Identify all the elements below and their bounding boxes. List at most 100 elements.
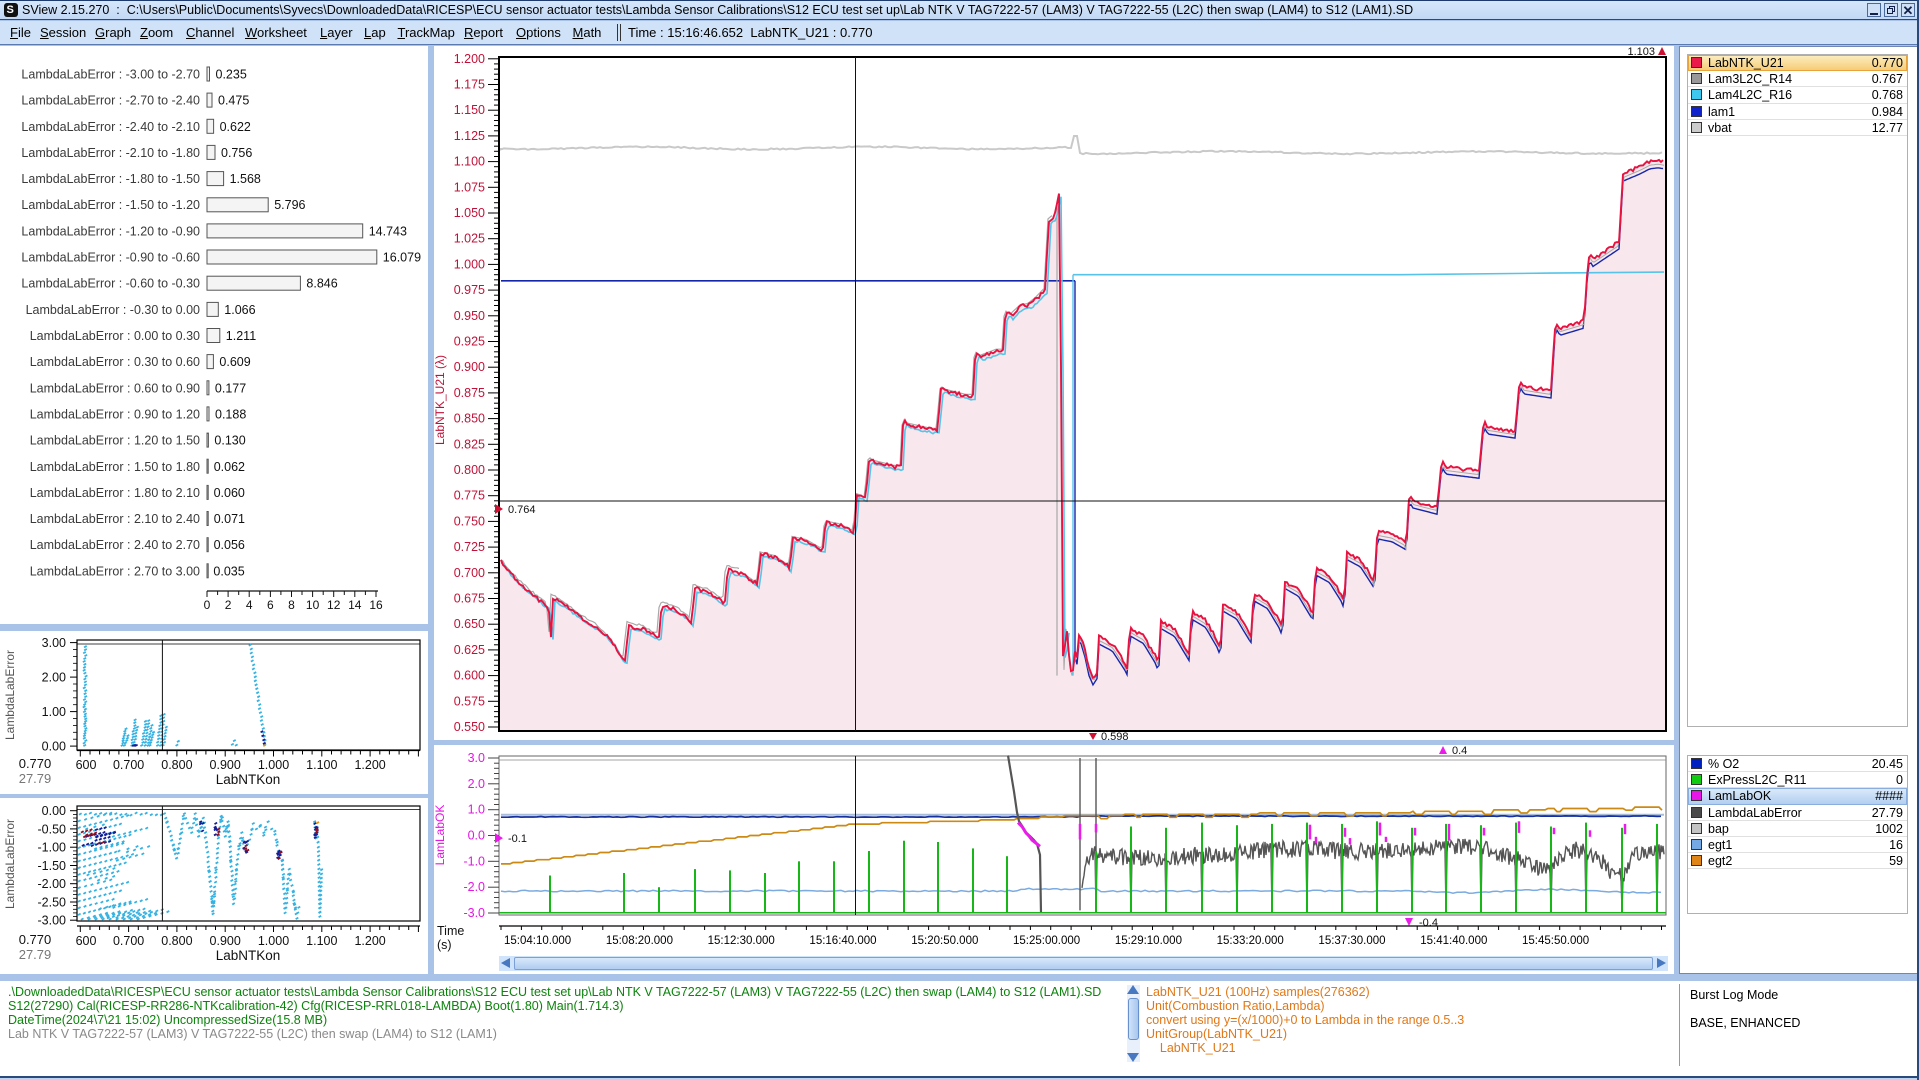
- svg-text:0.188: 0.188: [215, 407, 246, 421]
- svg-text:15:29:10.000: 15:29:10.000: [1115, 935, 1182, 947]
- svg-text:1.050: 1.050: [454, 206, 485, 220]
- svg-text:27.79: 27.79: [19, 947, 52, 962]
- svg-text:1.125: 1.125: [454, 129, 485, 143]
- svg-text:LabNTK_U21 (λ): LabNTK_U21 (λ): [434, 355, 447, 445]
- svg-text:0.900: 0.900: [454, 360, 485, 374]
- svg-text:1.0: 1.0: [468, 803, 485, 817]
- svg-text:0.825: 0.825: [454, 437, 485, 451]
- svg-text:0.550: 0.550: [454, 720, 485, 734]
- svg-text:0.900: 0.900: [210, 758, 241, 772]
- svg-text:0.750: 0.750: [454, 514, 485, 528]
- svg-text:0.675: 0.675: [454, 592, 485, 606]
- svg-text:-3.00: -3.00: [38, 914, 67, 928]
- svg-text:LamLabOK: LamLabOK: [434, 805, 447, 866]
- svg-text:1.100: 1.100: [306, 758, 337, 772]
- svg-text:0.598: 0.598: [1101, 731, 1129, 740]
- svg-text:0.875: 0.875: [454, 386, 485, 400]
- svg-text:1.075: 1.075: [454, 180, 485, 194]
- svg-text:LambdaLabError : 0.30 to 0.60: LambdaLabError : 0.30 to 0.60: [30, 355, 200, 369]
- svg-text:LambdaLabError : 1.80 to 2.10: LambdaLabError : 1.80 to 2.10: [30, 486, 200, 500]
- svg-text:0.600: 0.600: [454, 669, 485, 683]
- svg-text:0.035: 0.035: [213, 564, 244, 578]
- svg-text:1.000: 1.000: [454, 257, 485, 271]
- svg-text:-1.00: -1.00: [38, 841, 67, 855]
- svg-text:0.800: 0.800: [161, 934, 192, 948]
- svg-text:1.100: 1.100: [306, 934, 337, 948]
- svg-text:15:33:20.000: 15:33:20.000: [1217, 935, 1284, 947]
- svg-text:16.079: 16.079: [383, 251, 421, 265]
- svg-text:LambdaLabError : -0.30 to 0.00: LambdaLabError : -0.30 to 0.00: [26, 303, 200, 317]
- svg-text:0.725: 0.725: [454, 540, 485, 554]
- svg-text:1.00: 1.00: [42, 705, 66, 719]
- svg-text:-0.4: -0.4: [1419, 917, 1438, 929]
- svg-text:0.00: 0.00: [42, 740, 66, 754]
- svg-text:-0.50: -0.50: [38, 823, 67, 837]
- svg-text:LambdaLabError : -2.70 to -2.4: LambdaLabError : -2.70 to -2.40: [21, 94, 200, 108]
- svg-text:27.79: 27.79: [19, 771, 52, 786]
- svg-text:15:20:50.000: 15:20:50.000: [911, 935, 978, 947]
- svg-text:2.00: 2.00: [42, 671, 66, 685]
- svg-text:LambdaLabError : 1.50 to 1.80: LambdaLabError : 1.50 to 1.80: [30, 460, 200, 474]
- svg-text:0.071: 0.071: [214, 512, 245, 526]
- svg-text:LambdaLabError: LambdaLabError: [3, 819, 17, 909]
- svg-text:0.700: 0.700: [113, 758, 144, 772]
- svg-text:0.475: 0.475: [218, 94, 249, 108]
- svg-text:3.0: 3.0: [468, 751, 485, 765]
- svg-text:1.200: 1.200: [354, 934, 385, 948]
- svg-text:0.900: 0.900: [210, 934, 241, 948]
- svg-text:LambdaLabError : 2.70 to 3.00: LambdaLabError : 2.70 to 3.00: [30, 564, 200, 578]
- svg-text:14: 14: [348, 598, 362, 612]
- svg-text:0.700: 0.700: [454, 566, 485, 580]
- svg-text:Time: Time: [437, 924, 464, 938]
- svg-text:0.925: 0.925: [454, 335, 485, 349]
- svg-text:0.850: 0.850: [454, 412, 485, 426]
- svg-text:0.062: 0.062: [214, 460, 245, 474]
- svg-text:-1.50: -1.50: [38, 859, 67, 873]
- svg-text:0.622: 0.622: [220, 120, 251, 134]
- svg-text:1.200: 1.200: [454, 52, 485, 66]
- svg-text:1.150: 1.150: [454, 103, 485, 117]
- svg-text:-0.1: -0.1: [508, 833, 527, 845]
- svg-text:LambdaLabError : 0.90 to 1.20: LambdaLabError : 0.90 to 1.20: [30, 407, 200, 421]
- svg-text:0.770: 0.770: [19, 932, 52, 947]
- svg-text:1.000: 1.000: [258, 934, 289, 948]
- svg-text:LambdaLabError : -1.80 to -1.5: LambdaLabError : -1.80 to -1.50: [21, 172, 200, 186]
- svg-text:0.609: 0.609: [219, 355, 250, 369]
- svg-text:1.025: 1.025: [454, 232, 485, 246]
- svg-text:8: 8: [288, 598, 295, 612]
- svg-text:2.0: 2.0: [468, 777, 485, 791]
- svg-text:0.177: 0.177: [215, 381, 246, 395]
- svg-text:LambdaLabError : -2.40 to -2.1: LambdaLabError : -2.40 to -2.10: [21, 120, 200, 134]
- svg-text:-2.50: -2.50: [38, 896, 67, 910]
- svg-text:LambdaLabError : -0.60 to -0.3: LambdaLabError : -0.60 to -0.30: [21, 277, 200, 291]
- svg-text:-2.00: -2.00: [38, 877, 67, 891]
- svg-text:0.625: 0.625: [454, 643, 485, 657]
- svg-text:10: 10: [306, 598, 320, 612]
- svg-text:0: 0: [204, 598, 211, 612]
- svg-text:0.4: 0.4: [1452, 745, 1467, 757]
- svg-text:LambdaLabError : -1.20 to -0.9: LambdaLabError : -1.20 to -0.90: [21, 224, 200, 238]
- svg-text:15:45:50.000: 15:45:50.000: [1522, 935, 1589, 947]
- svg-text:0.775: 0.775: [454, 489, 485, 503]
- svg-text:0.975: 0.975: [454, 283, 485, 297]
- svg-text:15:08:20.000: 15:08:20.000: [606, 935, 673, 947]
- svg-text:0.700: 0.700: [113, 934, 144, 948]
- svg-text:15:25:00.000: 15:25:00.000: [1013, 935, 1080, 947]
- svg-text:LambdaLabError : 0.00 to 0.30: LambdaLabError : 0.00 to 0.30: [30, 329, 200, 343]
- svg-text:1.175: 1.175: [454, 78, 485, 92]
- svg-text:600: 600: [76, 934, 97, 948]
- svg-text:LabNTKon: LabNTKon: [216, 772, 281, 787]
- svg-text:1.000: 1.000: [258, 758, 289, 772]
- svg-text:0.800: 0.800: [454, 463, 485, 477]
- svg-text:15:16:40.000: 15:16:40.000: [809, 935, 876, 947]
- svg-text:0.756: 0.756: [221, 146, 252, 160]
- svg-text:-3.0: -3.0: [463, 906, 485, 920]
- svg-text:LambdaLabError : -2.10 to -1.8: LambdaLabError : -2.10 to -1.80: [21, 146, 200, 160]
- svg-text:(s): (s): [437, 938, 452, 952]
- svg-text:0.650: 0.650: [454, 617, 485, 631]
- svg-text:LambdaLabError : -0.90 to -0.6: LambdaLabError : -0.90 to -0.60: [21, 251, 200, 265]
- svg-text:LabNTKon: LabNTKon: [216, 948, 281, 963]
- svg-text:0.800: 0.800: [161, 758, 192, 772]
- svg-text:1.066: 1.066: [224, 303, 255, 317]
- svg-text:0.764: 0.764: [508, 504, 536, 516]
